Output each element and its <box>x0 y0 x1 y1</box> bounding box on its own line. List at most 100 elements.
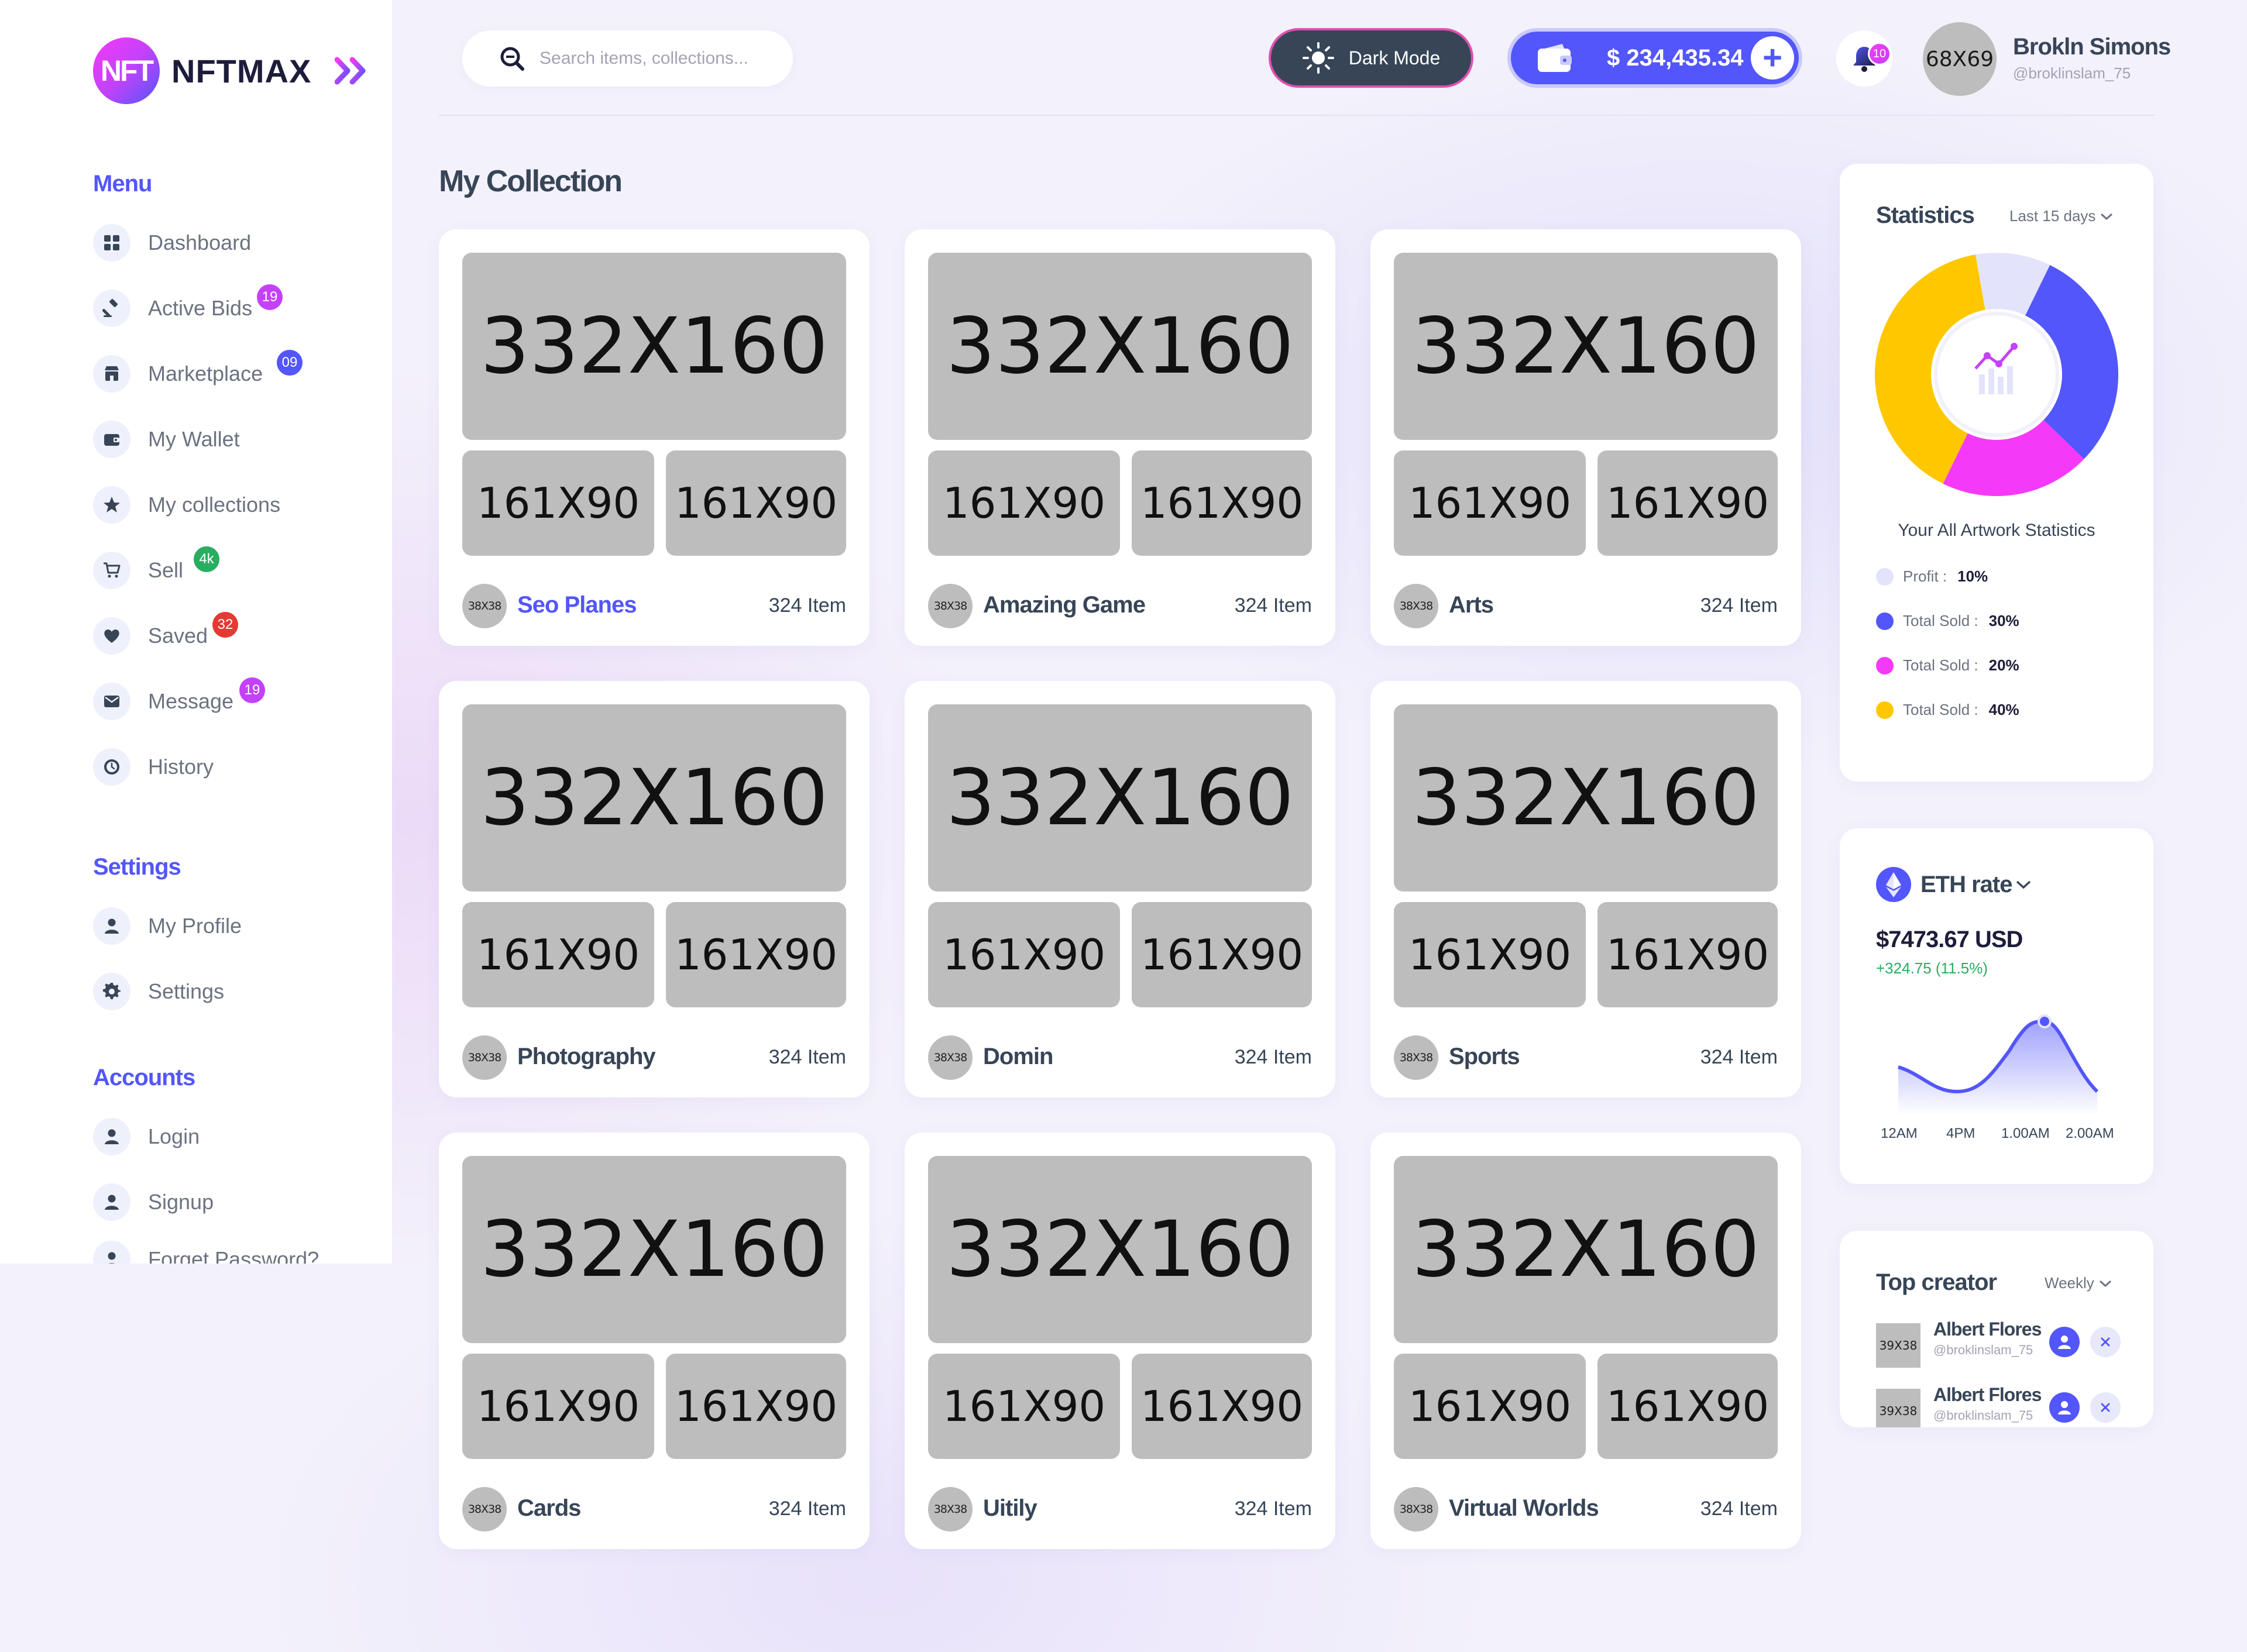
wallet-icon <box>1538 44 1572 72</box>
creator-list-item[interactable]: 39X38 Albert Flores @broklinslam_75 <box>1876 1384 2042 1427</box>
top-creator-panel: Top creator Weekly 39X38 Albert Flores @… <box>1840 1231 2153 1427</box>
sidebar-item-sell[interactable]: Sell 4k <box>93 546 219 591</box>
collection-card[interactable]: 332X160 161X90 161X90 38X38 Arts 324 Item <box>1370 229 1801 646</box>
collection-item-count: 324 Item <box>768 594 846 617</box>
collection-card[interactable]: 332X160 161X90 161X90 38X38 Amazing Game 324 … <box>905 229 1335 646</box>
sidebar-item-saved[interactable]: Saved 32 <box>93 612 238 656</box>
star-icon <box>93 486 130 524</box>
stat-value: 30% <box>1988 612 2019 629</box>
collection-name[interactable]: Seo Planes <box>517 592 637 618</box>
x-tick-label: 2.00AM <box>2066 1126 2114 1141</box>
collection-name[interactable]: Sports <box>1449 1044 1520 1070</box>
collection-avatar: 38X38 <box>1394 584 1438 628</box>
sidebar-item-dashboard[interactable]: Dashboard <box>93 222 251 263</box>
search-bar[interactable]: Search items, collections... <box>462 30 793 87</box>
dismiss-creator-button[interactable] <box>2090 1392 2121 1423</box>
follow-creator-button[interactable] <box>2049 1327 2080 1357</box>
user-name: Brokln Simons <box>2013 34 2171 60</box>
stat-value: 20% <box>1988 656 2019 674</box>
collection-card[interactable]: 332X160 161X90 161X90 38X38 Cards 324 Item <box>439 1133 870 1549</box>
dark-mode-toggle[interactable]: Dark Mode <box>1269 28 1473 88</box>
sidebar-item-my-wallet[interactable]: My Wallet <box>93 419 240 460</box>
collection-thumb-image: 161X90 <box>462 902 654 1007</box>
collection-name[interactable]: Domin <box>983 1044 1053 1070</box>
search-input[interactable]: Search items, collections... <box>540 49 748 68</box>
follow-creator-button[interactable] <box>2049 1392 2080 1423</box>
eth-chart-x-axis: 12AM 4PM 1.00AM 2.00AM <box>1840 1126 2153 1143</box>
stat-label: Total Sold : <box>1903 656 1978 674</box>
collection-main-image: 332X160 <box>462 704 846 892</box>
top-creator-period-label: Weekly <box>2045 1274 2094 1292</box>
collection-name[interactable]: Photography <box>517 1044 656 1070</box>
collection-card[interactable]: 332X160 161X90 161X90 38X38 Sports 324 Item <box>1370 681 1801 1097</box>
sidebar-item-active-bids[interactable]: Active Bids 19 <box>93 284 283 329</box>
top-creator-title: Top creator <box>1876 1269 1997 1295</box>
collection-avatar: 38X38 <box>462 1035 507 1080</box>
heart-icon <box>93 617 130 655</box>
collection-name[interactable]: Cards <box>517 1495 581 1522</box>
collection-thumb-image: 161X90 <box>1132 450 1312 556</box>
dismiss-creator-button[interactable] <box>2090 1327 2121 1357</box>
collection-card[interactable]: 332X160 161X90 161X90 38X38 Seo Planes 324 It… <box>439 229 870 646</box>
collection-thumb-image: 161X90 <box>928 1354 1120 1459</box>
creator-avatar: 39X38 <box>1876 1389 1920 1427</box>
eth-rate-dropdown[interactable]: ETH rate <box>1876 867 2032 902</box>
wallet-icon <box>93 421 130 458</box>
add-funds-button[interactable]: + <box>1751 36 1794 80</box>
collection-card[interactable]: 332X160 161X90 161X90 38X38 Uitily 324 Item <box>905 1133 1335 1549</box>
brand-logo[interactable]: NFT NFTMAX <box>93 37 311 104</box>
top-creator-period-dropdown[interactable]: Weekly <box>2045 1274 2113 1292</box>
collection-card[interactable]: 332X160 161X90 161X90 38X38 Virtual Worlds 32… <box>1370 1133 1801 1549</box>
creator-list-item[interactable]: 39X38 Albert Flores @broklinslam_75 <box>1876 1319 2042 1368</box>
eth-rate-title: ETH rate <box>1920 871 2012 897</box>
collection-name[interactable]: Amazing Game <box>983 592 1146 618</box>
collection-avatar: 38X38 <box>462 584 507 628</box>
close-icon <box>2101 1337 2110 1347</box>
dashboard-icon <box>93 224 130 261</box>
sidebar-item-marketplace[interactable]: Marketplace 09 <box>93 350 303 394</box>
collection-item-count: 324 Item <box>1700 1498 1778 1520</box>
collection-thumb-image: 161X90 <box>1597 450 1778 556</box>
sidebar-item-login[interactable]: Login <box>93 1116 200 1157</box>
collection-item-count: 324 Item <box>1234 1498 1312 1520</box>
wallet-balance-button[interactable]: $ 234,435.34 + <box>1507 28 1802 88</box>
user-icon <box>93 907 130 945</box>
sidebar-item-label: Sell <box>148 558 184 582</box>
collection-name[interactable]: Uitily <box>983 1495 1037 1522</box>
legend-dot <box>1876 612 1894 630</box>
sidebar-item-forget-password[interactable]: Forget Password? <box>93 1239 319 1264</box>
sidebar: NFT NFTMAX Menu Dashboard Active Bids 19… <box>0 0 392 1264</box>
collection-name[interactable]: Arts <box>1449 592 1494 618</box>
eth-rate-panel: ETH rate $7473.67 USD +324.75 (11.5%) 12… <box>1840 828 2153 1184</box>
notification-button[interactable]: 10 <box>1836 30 1892 87</box>
user-handle: @broklinslam_75 <box>2013 64 2131 82</box>
collection-thumb-image: 161X90 <box>1394 1354 1586 1459</box>
sidebar-item-message[interactable]: Message 19 <box>93 677 265 722</box>
sidebar-item-signup[interactable]: Signup <box>93 1182 214 1223</box>
stat-value: 40% <box>1988 701 2019 718</box>
notification-count: 10 <box>1868 42 1891 66</box>
active-bids-badge: 19 <box>257 284 283 310</box>
creator-avatar: 39X38 <box>1876 1323 1920 1368</box>
statistics-period-dropdown[interactable]: Last 15 days <box>2009 207 2114 225</box>
collection-main-image: 332X160 <box>1394 1156 1778 1343</box>
x-tick-label: 4PM <box>1946 1126 1975 1141</box>
double-chevron-right-icon[interactable] <box>335 56 369 85</box>
collection-card[interactable]: 332X160 161X90 161X90 38X38 Domin 324 Item <box>905 681 1335 1097</box>
statistics-title: Statistics <box>1876 202 1975 228</box>
collection-main-image: 332X160 <box>462 253 846 440</box>
user-avatar[interactable]: 68X69 <box>1923 22 1997 96</box>
close-icon <box>2101 1403 2110 1412</box>
collection-name[interactable]: Virtual Worlds <box>1449 1495 1599 1522</box>
sidebar-item-my-profile[interactable]: My Profile <box>93 906 242 947</box>
legend-dot <box>1876 656 1894 674</box>
sidebar-item-my-collections[interactable]: My collections <box>93 484 280 525</box>
stat-legend-item: Total Sold : 20% <box>1876 656 2019 674</box>
collection-item-count: 324 Item <box>768 1498 846 1520</box>
stat-label: Profit : <box>1903 567 1947 585</box>
collection-card[interactable]: 332X160 161X90 161X90 38X38 Photography 324 I… <box>439 681 870 1097</box>
collection-avatar: 38X38 <box>928 1487 973 1531</box>
user-icon <box>93 1183 130 1221</box>
sidebar-item-settings[interactable]: Settings <box>93 971 224 1012</box>
sidebar-item-history[interactable]: History <box>93 746 214 787</box>
